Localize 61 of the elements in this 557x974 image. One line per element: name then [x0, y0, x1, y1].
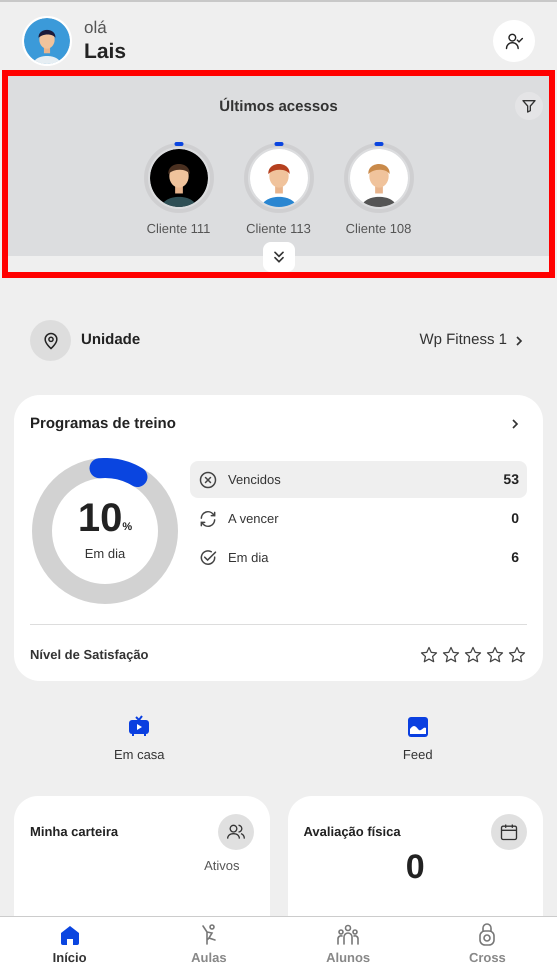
card-title: Avaliação física [304, 823, 401, 842]
percent-caption: Em dia [84, 544, 126, 563]
nav-tab[interactable]: Cross [418, 917, 557, 974]
card-title: Minha carteira [30, 823, 118, 842]
column-label: Ativos [204, 857, 240, 875]
star-icon[interactable] [507, 644, 527, 664]
status-row[interactable]: Vencidos 53 [190, 461, 527, 498]
satisfaction-label: Nível de Satisfação [30, 646, 148, 664]
check-circle-icon [198, 548, 218, 568]
client-name: Cliente 111 [146, 220, 210, 238]
activity-indicator [274, 142, 283, 146]
unit-value: Wp Fitness 1 [419, 330, 507, 350]
client-name: Cliente 113 [246, 220, 311, 238]
nav-tab[interactable]: Alunos [278, 917, 418, 974]
filter-button[interactable] [515, 92, 543, 120]
status-count: 53 [503, 470, 519, 489]
calendar-icon [499, 822, 519, 842]
nav-tab[interactable]: Aulas [139, 917, 278, 974]
nav-tab[interactable]: Início [0, 917, 140, 974]
expand-button[interactable] [262, 242, 294, 272]
section-title: Últimos acessos [219, 96, 338, 117]
status-label: Vencidos [228, 470, 281, 489]
filter-icon [521, 98, 537, 114]
shortcut-item[interactable]: Feed [278, 714, 557, 764]
percent-sign: % [122, 520, 132, 536]
client-name: Cliente 108 [346, 220, 412, 238]
avatar [250, 148, 308, 206]
user-name: Lais [84, 38, 126, 64]
percent-value: 10 [78, 498, 122, 538]
unit-row[interactable]: Unidade Wp Fitness 1 [30, 320, 527, 361]
shortcut-item[interactable]: Em casa [0, 714, 278, 764]
tv-play-icon [127, 714, 152, 738]
star-icon[interactable] [463, 644, 483, 664]
greeting: olá [84, 17, 108, 38]
status-label: A vencer [228, 510, 279, 528]
star-icon[interactable] [441, 644, 461, 664]
summary-card[interactable]: Avaliação física 0 [288, 796, 543, 916]
avatar [150, 148, 208, 206]
evaluation-count: 0 [406, 850, 425, 884]
card-title: Programas de treino [30, 414, 176, 434]
user-check-icon [504, 31, 524, 51]
profile-button[interactable] [493, 20, 535, 62]
shortcut-label: Em casa [114, 746, 165, 764]
avatar [350, 148, 408, 206]
shortcut-label: Feed [402, 746, 433, 764]
image-icon [406, 714, 430, 738]
status-row[interactable]: A vencer 0 [190, 500, 527, 537]
status-label: Em dia [228, 548, 268, 567]
status-count: 0 [511, 509, 519, 528]
star-icon[interactable] [485, 644, 505, 664]
x-circle-icon [198, 470, 218, 490]
unit-label: Unidade [81, 330, 140, 350]
avatar [24, 18, 70, 64]
group-icon [336, 923, 360, 948]
activity-indicator [374, 142, 383, 146]
summary-card[interactable]: Minha carteira Ativos [14, 796, 270, 916]
activity-indicator [174, 142, 183, 146]
status-count: 6 [511, 548, 519, 567]
status-row[interactable]: Em dia 6 [190, 539, 527, 576]
star-icon[interactable] [419, 644, 439, 664]
refresh-icon [198, 508, 218, 528]
